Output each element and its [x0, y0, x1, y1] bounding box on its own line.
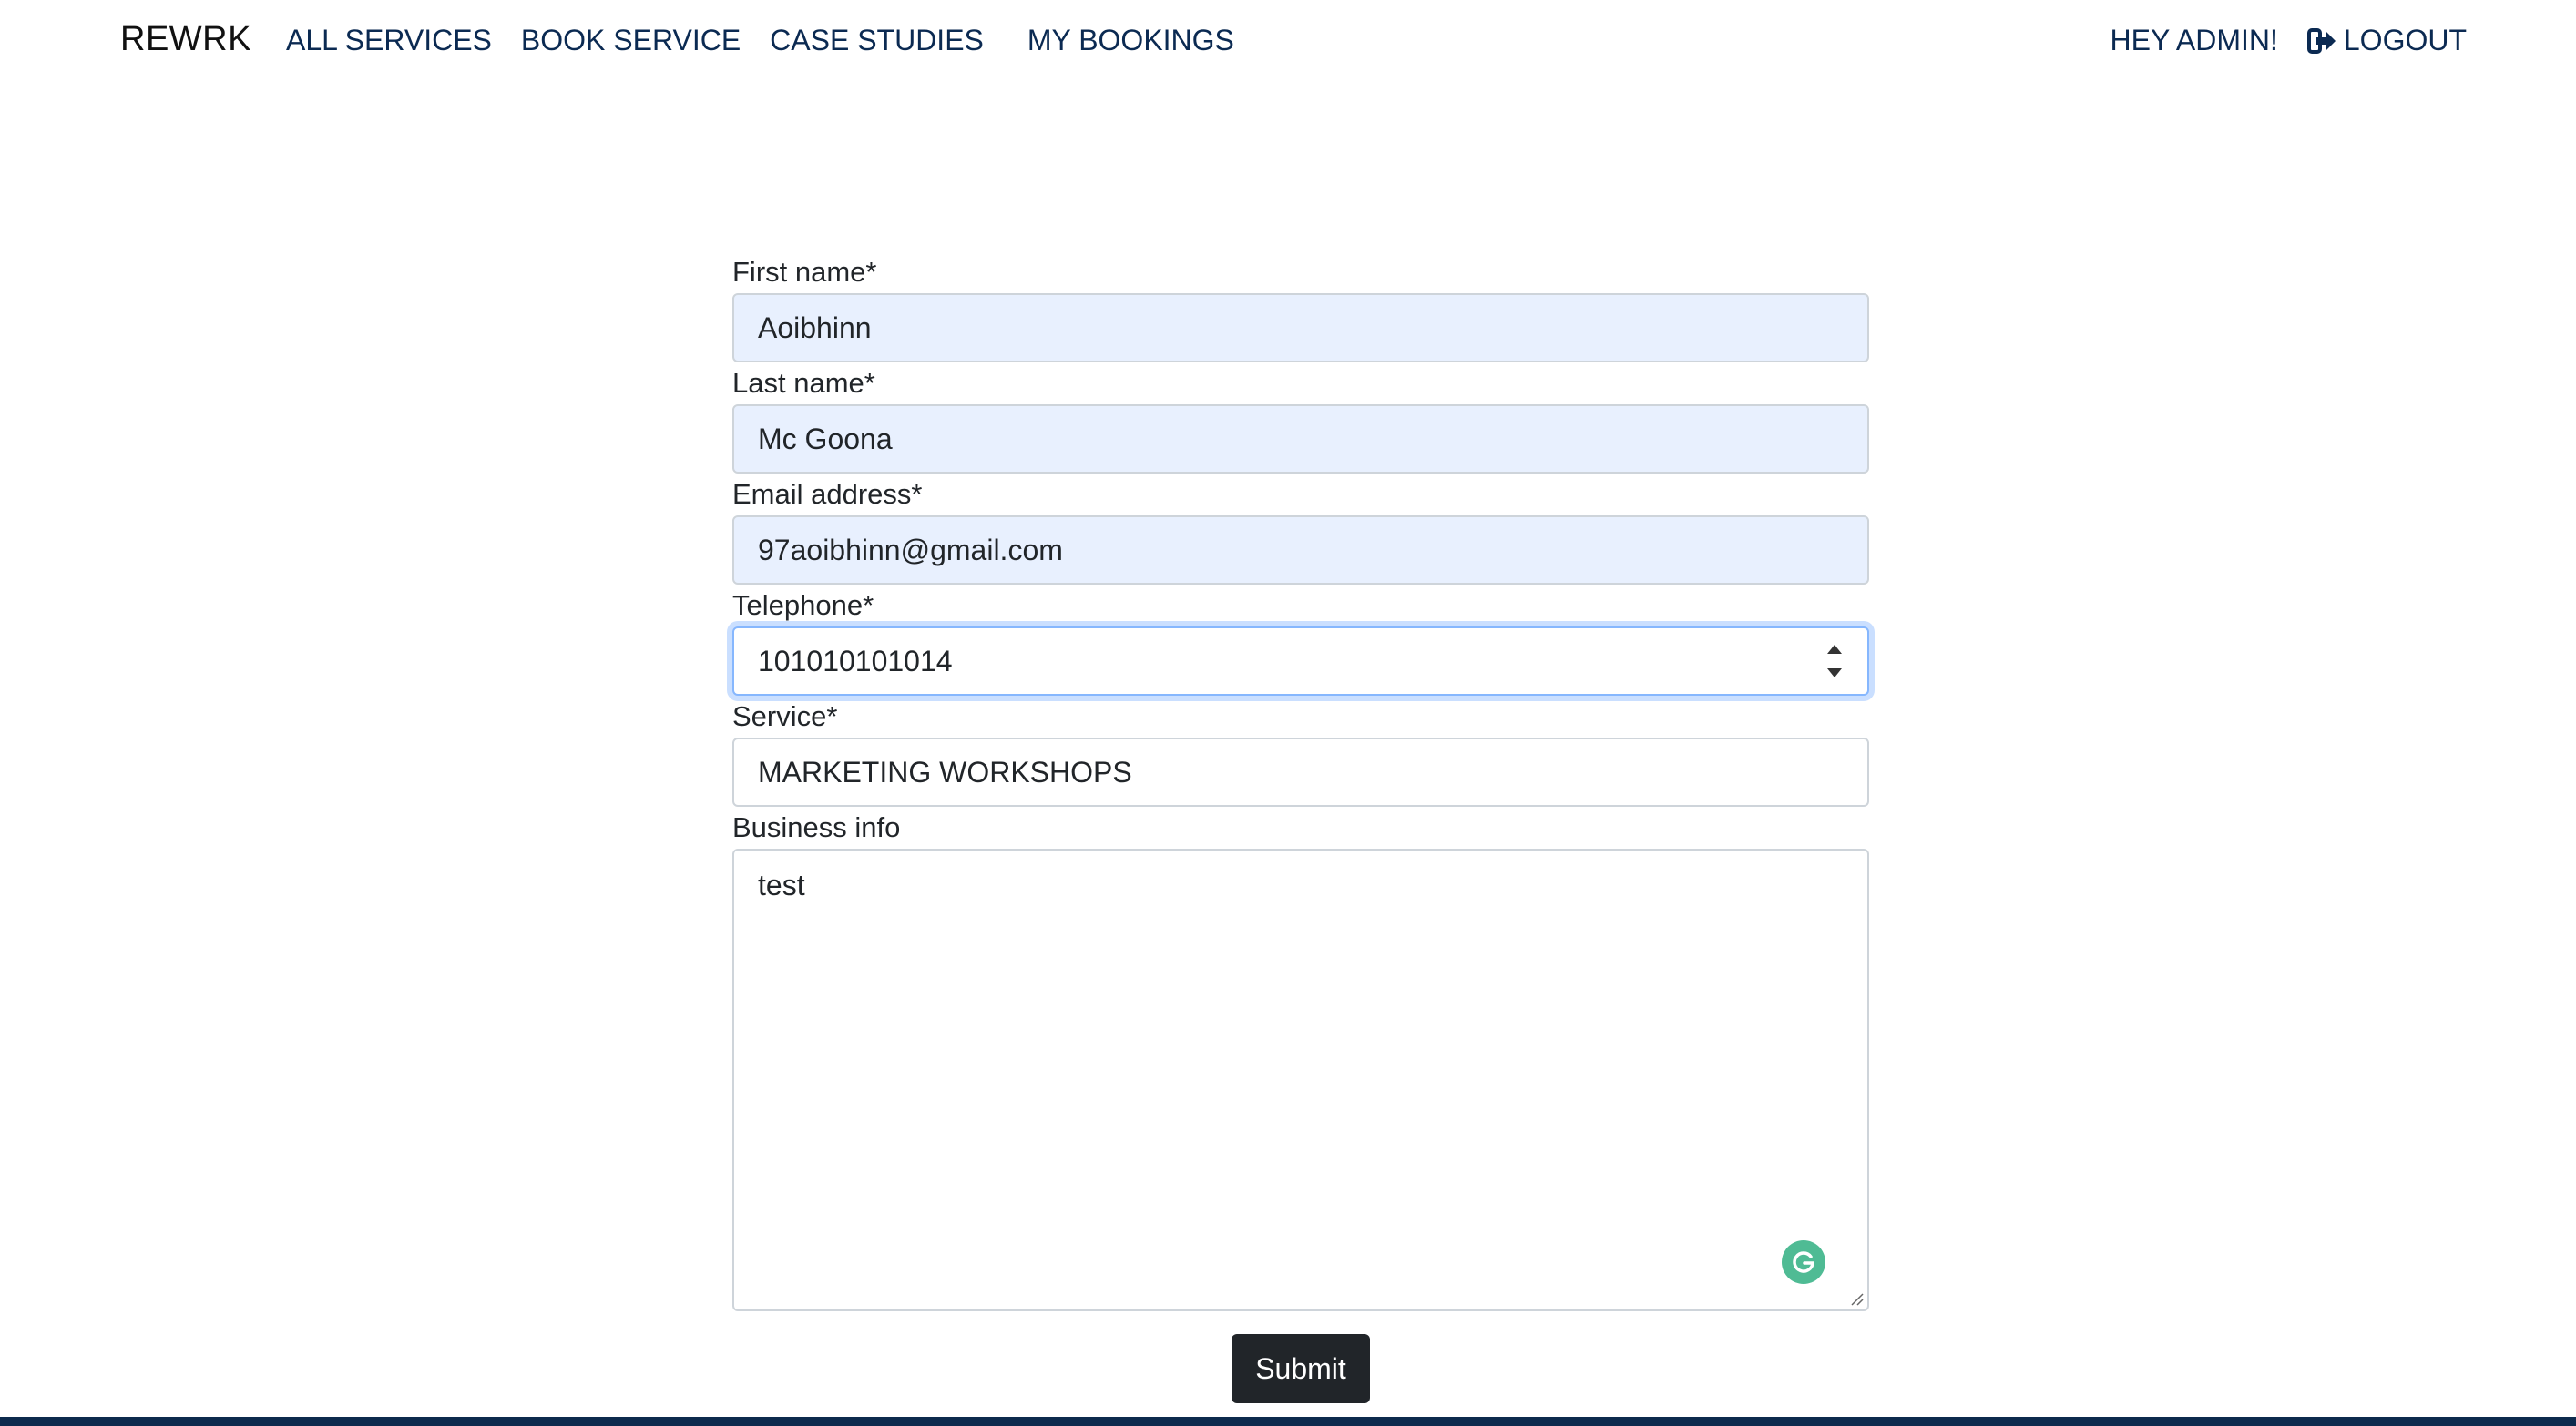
brand-logo[interactable]: REWRK: [120, 20, 251, 59]
nav-link-my-bookings[interactable]: MY BOOKINGS: [1027, 24, 1234, 57]
logout-icon: [2306, 27, 2336, 54]
email-group: Email address* 97aoibhinn@gmail.com: [732, 474, 1869, 585]
page: REWRK ALL SERVICES BOOK SERVICE CASE STU…: [0, 0, 2576, 1426]
grammarly-g-icon: [1793, 1251, 1814, 1273]
user-greeting: HEY ADMIN!: [2110, 24, 2278, 56]
first-name-input[interactable]: Aoibhinn: [732, 293, 1869, 362]
nav-link-all-services[interactable]: ALL SERVICES: [286, 24, 492, 57]
logout-label: LOGOUT: [2343, 24, 2467, 56]
service-input[interactable]: MARKETING WORKSHOPS: [732, 738, 1869, 807]
last-name-label: Last name*: [732, 367, 875, 399]
nav-link-book-service[interactable]: BOOK SERVICE: [521, 24, 741, 57]
telephone-value: 101010101014: [758, 644, 953, 677]
telephone-label: Telephone*: [732, 589, 874, 621]
telephone-input[interactable]: 101010101014: [732, 626, 1869, 696]
submit-button[interactable]: Submit: [1232, 1334, 1370, 1403]
booking-form: First name* Aoibhinn Last name* Mc Goona…: [732, 251, 1869, 1311]
stepper-up-icon[interactable]: [1827, 645, 1842, 654]
telephone-group: Telephone* 101010101014: [732, 585, 1869, 696]
navbar: REWRK ALL SERVICES BOOK SERVICE CASE STU…: [0, 0, 2576, 86]
logout-link[interactable]: LOGOUT: [2306, 24, 2467, 57]
business-info-textarea[interactable]: test: [732, 849, 1869, 1311]
telephone-stepper[interactable]: [1824, 641, 1845, 681]
business-info-label: Business info: [732, 811, 901, 843]
resize-handle-icon[interactable]: [1849, 1291, 1864, 1306]
nav-links: ALL SERVICES BOOK SERVICE CASE STUDIES M…: [286, 24, 1263, 57]
first-name-label: First name*: [732, 256, 877, 288]
submit-wrap: Submit: [732, 1334, 1869, 1403]
last-name-group: Last name* Mc Goona: [732, 362, 1869, 474]
nav-link-case-studies[interactable]: CASE STUDIES: [770, 24, 984, 57]
email-label: Email address*: [732, 478, 923, 510]
first-name-group: First name* Aoibhinn: [732, 251, 1869, 362]
business-info-value: test: [758, 869, 805, 901]
last-name-input[interactable]: Mc Goona: [732, 404, 1869, 474]
stepper-down-icon[interactable]: [1827, 668, 1842, 677]
footer-bar: [0, 1417, 2576, 1426]
email-input[interactable]: 97aoibhinn@gmail.com: [732, 515, 1869, 585]
nav-right: HEY ADMIN! LOGOUT: [2111, 24, 2467, 57]
business-info-group: Business info test: [732, 807, 1869, 1311]
service-group: Service* MARKETING WORKSHOPS: [732, 696, 1869, 807]
grammarly-icon[interactable]: [1782, 1240, 1825, 1284]
service-label: Service*: [732, 700, 838, 732]
